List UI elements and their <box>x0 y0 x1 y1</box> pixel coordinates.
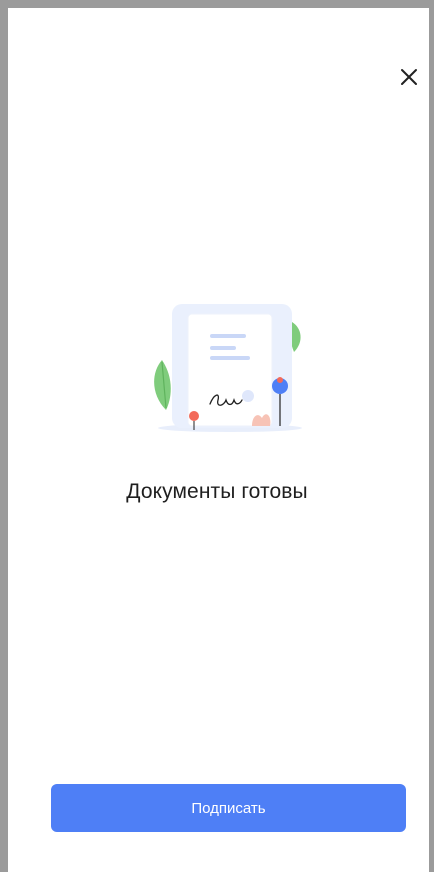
close-icon <box>401 69 417 85</box>
sign-button[interactable]: Подписать <box>51 784 406 832</box>
signed-document-illustration <box>148 298 308 438</box>
page-title: Документы готовы <box>126 480 308 503</box>
close-button[interactable] <box>396 64 422 90</box>
